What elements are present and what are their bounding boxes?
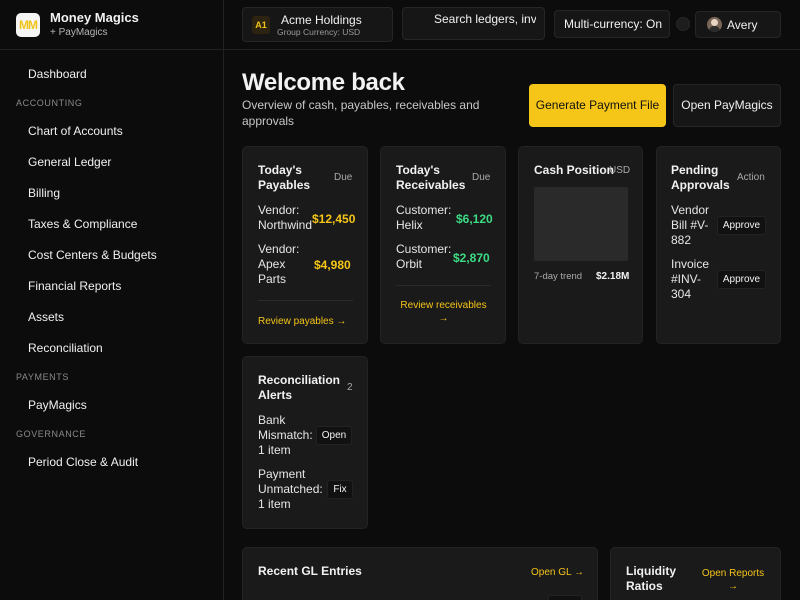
receivable-amount: $2,870 [453, 251, 490, 265]
review-receivables-link[interactable]: Review receivables → [396, 299, 491, 325]
search-box[interactable] [402, 7, 545, 40]
payable-amount: $4,980 [314, 258, 351, 272]
alert-count: 2 [347, 382, 353, 393]
open-paymagics-button[interactable]: Open PayMagics [673, 84, 781, 127]
company-name: Acme Holdings [281, 13, 362, 27]
page-title: Welcome back [242, 69, 405, 96]
review-payables-link[interactable]: Review payables → [258, 315, 346, 328]
payable-vendor-label: Vendor: Northwind [258, 203, 313, 232]
topbar: A1 Acme Holdings Group Currency: USD Mul… [224, 0, 800, 50]
action-tag: Action [737, 172, 765, 183]
sidebar-item-billing[interactable]: Billing [28, 185, 60, 201]
sidebar-item-dashboard[interactable]: Dashboard [28, 66, 87, 82]
sidebar-item-chart-of-accounts[interactable]: Chart of Accounts [28, 123, 123, 139]
currency-tag: USD [609, 165, 631, 176]
card-title: Today's Receivables [396, 163, 466, 192]
sidebar: MM Money Magics + PayMagics Dashboard AC… [0, 0, 224, 600]
payable-amount: $12,450 [312, 212, 356, 226]
approval-item-label: Invoice #INV-304 [671, 257, 710, 301]
card-title: Liquidity Ratios [626, 564, 676, 593]
card-title: Today's Payables [258, 163, 311, 192]
receivable-customer-label: Customer: Helix [396, 203, 452, 232]
card-title: Reconciliation Alerts [258, 373, 341, 402]
trend-label: 7-day trend [534, 271, 583, 282]
sidebar-section-payments: PAYMENTS [16, 372, 69, 382]
entry-action-button[interactable] [548, 595, 582, 600]
alert-item-label: Bank Mismatch: 1 item [258, 413, 313, 457]
sidebar-section-governance: GOVERNANCE [16, 429, 87, 439]
user-menu[interactable]: Avery [695, 11, 781, 38]
due-tag: Due [334, 172, 353, 183]
multi-currency-toggle[interactable]: Multi-currency: On [554, 10, 670, 38]
fix-alert-button[interactable]: Fix [327, 480, 353, 499]
sidebar-item-period-close-audit[interactable]: Period Close & Audit [28, 454, 138, 470]
brand-subtitle: + PayMagics [50, 27, 108, 38]
receivable-customer-label: Customer: Orbit [396, 242, 452, 271]
approve-button[interactable]: Approve [717, 216, 766, 235]
open-reports-link[interactable]: Open Reports → [701, 567, 765, 593]
card-title: Recent GL Entries [258, 564, 362, 578]
payables-card: Today's Payables Due Vendor: Northwind $… [242, 146, 368, 344]
payable-vendor-label: Vendor: Apex Parts [258, 242, 300, 286]
sidebar-item-paymagics[interactable]: PayMagics [28, 397, 87, 413]
receivable-amount: $6,120 [456, 212, 493, 226]
cash-trend-chart [534, 187, 628, 261]
sidebar-section-accounting: ACCOUNTING [16, 98, 83, 108]
pending-approvals-card: Pending Approvals Action Vendor Bill #V-… [656, 146, 781, 344]
avatar [707, 17, 722, 32]
card-title: Pending Approvals [671, 163, 730, 192]
search-input[interactable] [403, 8, 544, 39]
card-title: Cash Position [534, 163, 615, 177]
sidebar-item-general-ledger[interactable]: General Ledger [28, 154, 111, 170]
notification-dot-icon[interactable] [676, 17, 690, 31]
open-gl-link[interactable]: Open GL → [531, 566, 584, 579]
trend-value: $2.18M [596, 271, 630, 282]
company-switcher[interactable]: A1 Acme Holdings Group Currency: USD [242, 7, 393, 42]
sidebar-item-financial-reports[interactable]: Financial Reports [28, 278, 121, 294]
cash-position-card: Cash Position USD 7-day trend $2.18M [518, 146, 643, 344]
approve-button[interactable]: Approve [717, 270, 766, 289]
company-badge: A1 [252, 16, 270, 34]
recent-gl-entries-card: Recent GL Entries Open GL → [242, 547, 598, 600]
sidebar-item-reconciliation[interactable]: Reconciliation [28, 340, 103, 356]
alert-item-label: Payment Unmatched: 1 item [258, 467, 323, 511]
liquidity-ratios-card: Liquidity Ratios Open Reports → [610, 547, 781, 600]
company-currency: Group Currency: USD [277, 27, 361, 37]
divider [258, 300, 353, 301]
divider [396, 285, 491, 286]
approval-item-label: Vendor Bill #V-882 [671, 203, 710, 247]
sidebar-item-taxes-compliance[interactable]: Taxes & Compliance [28, 216, 137, 232]
logo: MM [16, 12, 40, 37]
brand[interactable]: MM Money Magics + PayMagics [0, 0, 223, 50]
open-alert-button[interactable]: Open [316, 426, 352, 445]
reconciliation-alerts-card: Reconciliation Alerts 2 Bank Mismatch: 1… [242, 356, 368, 529]
sidebar-item-cost-centers-budgets[interactable]: Cost Centers & Budgets [28, 247, 157, 263]
sidebar-item-assets[interactable]: Assets [28, 309, 64, 325]
receivables-card: Today's Receivables Due Customer: Helix … [380, 146, 506, 344]
due-tag: Due [472, 172, 491, 183]
generate-payment-file-button[interactable]: Generate Payment File [529, 84, 666, 127]
page-subtitle: Overview of cash, payables, receivables … [242, 98, 480, 128]
user-name: Avery [727, 18, 758, 32]
brand-name: Money Magics [50, 10, 139, 25]
